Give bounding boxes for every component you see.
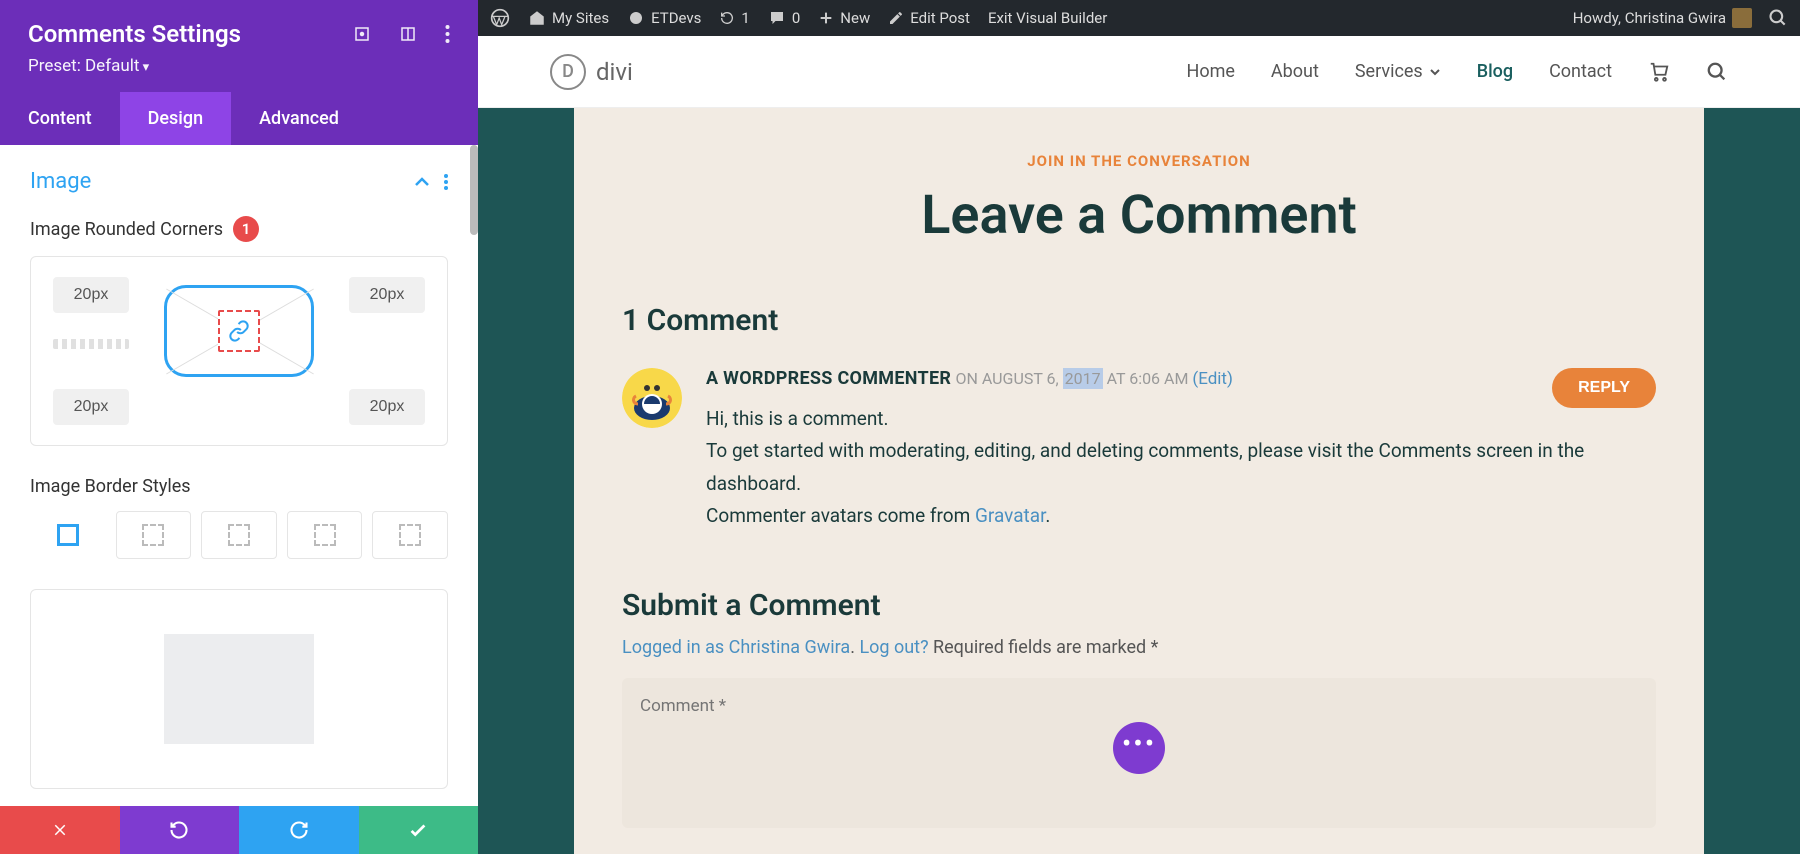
settings-title: Comments Settings (28, 20, 241, 48)
nav-contact[interactable]: Contact (1549, 61, 1612, 82)
settings-tabs: Content Design Advanced (0, 92, 478, 145)
nav-services[interactable]: Services (1355, 61, 1441, 82)
discard-button[interactable] (0, 806, 120, 854)
etdevs-link[interactable]: ETDevs (627, 9, 701, 27)
nav-blog[interactable]: Blog (1477, 61, 1513, 82)
rounded-corners-label: Image Rounded Corners (30, 219, 223, 240)
builder-fab[interactable]: ••• (1113, 722, 1165, 774)
border-preview (30, 589, 448, 789)
sidebar-footer (0, 806, 478, 854)
sidebar-body: Image Image Rounded Corners 1 Image B (0, 145, 478, 806)
gravatar-link[interactable]: Gravatar (975, 504, 1045, 527)
exit-builder-link[interactable]: Exit Visual Builder (988, 9, 1107, 27)
submit-title: Submit a Comment (622, 588, 1656, 623)
page-content: JOIN IN THE CONVERSATION Leave a Comment… (574, 108, 1704, 854)
my-sites-link[interactable]: My Sites (528, 9, 609, 27)
nav-home[interactable]: Home (1186, 61, 1234, 82)
nav-about[interactable]: About (1271, 61, 1319, 82)
section-more-icon[interactable] (444, 174, 448, 190)
site-header: D divi Home About Services Blog Contact (478, 36, 1800, 108)
border-styles-group (30, 511, 448, 559)
step-badge: 1 (233, 216, 259, 242)
search-icon[interactable] (1768, 8, 1788, 28)
wp-logo-icon[interactable] (490, 8, 510, 28)
main-area: My Sites ETDevs 1 0 New Edit Post Exit V… (478, 0, 1800, 854)
border-style-bottom[interactable] (287, 511, 363, 559)
tab-content[interactable]: Content (0, 92, 120, 145)
reply-button[interactable]: REPLY (1552, 368, 1656, 408)
preview-shape (164, 634, 314, 744)
logo-icon: D (550, 54, 586, 90)
edit-post-link[interactable]: Edit Post (888, 9, 970, 27)
new-link[interactable]: New (818, 9, 870, 27)
page-heading: Leave a Comment (622, 184, 1656, 247)
more-icon[interactable] (445, 25, 450, 43)
scrollbar[interactable] (470, 145, 478, 235)
nav-search-icon[interactable] (1706, 61, 1728, 83)
corner-slider[interactable] (53, 339, 129, 349)
cart-icon[interactable] (1648, 61, 1670, 83)
edit-comment-link[interactable]: (Edit) (1192, 369, 1233, 389)
tab-design[interactable]: Design (120, 92, 231, 145)
undo-button[interactable] (120, 806, 240, 854)
comment-count: 1 Comment (622, 303, 1656, 338)
site-nav: Home About Services Blog Contact (1186, 61, 1728, 83)
site-logo[interactable]: D divi (550, 54, 633, 90)
link-corners-button[interactable] (218, 310, 260, 352)
ellipsis-icon: ••• (1122, 730, 1156, 758)
corner-tr-input[interactable] (349, 277, 425, 313)
border-styles-label: Image Border Styles (30, 476, 448, 497)
border-style-left[interactable] (372, 511, 448, 559)
settings-sidebar: Comments Settings Preset: Default Conten… (0, 0, 478, 854)
comment-item: A WORDPRESS COMMENTER ON AUGUST 6, 2017 … (622, 368, 1656, 532)
logout-link[interactable]: Log out? (859, 637, 928, 658)
logo-text: divi (596, 58, 633, 86)
corner-tl-input[interactable] (53, 277, 129, 313)
expand-icon[interactable] (353, 25, 371, 43)
redo-button[interactable] (239, 806, 359, 854)
preset-selector[interactable]: Preset: Default (28, 56, 450, 76)
section-image[interactable]: Image (30, 169, 91, 194)
save-button[interactable] (359, 806, 479, 854)
content-wrapper: JOIN IN THE CONVERSATION Leave a Comment… (478, 108, 1800, 854)
sidebar-header: Comments Settings Preset: Default (0, 0, 478, 92)
corners-preview (164, 285, 314, 377)
refresh-link[interactable]: 1 (719, 9, 749, 27)
comment-text: Hi, this is a comment. To get started wi… (706, 403, 1656, 532)
columns-icon[interactable] (399, 25, 417, 43)
howdy-user[interactable]: Howdy, Christina Gwira (1573, 8, 1752, 28)
overline-text: JOIN IN THE CONVERSATION (622, 152, 1656, 170)
logged-in-link[interactable]: Logged in as Christina Gwira (622, 637, 850, 658)
user-avatar-icon (1732, 8, 1752, 28)
comment-author[interactable]: A WORDPRESS COMMENTER (706, 368, 951, 389)
border-style-all[interactable] (30, 511, 106, 559)
login-status: Logged in as Christina Gwira. Log out? R… (622, 637, 1656, 658)
comments-count-link[interactable]: 0 (768, 9, 800, 27)
comment-avatar (622, 368, 682, 428)
corner-bl-input[interactable] (53, 389, 129, 425)
wp-admin-bar: My Sites ETDevs 1 0 New Edit Post Exit V… (478, 0, 1800, 36)
corners-control (30, 256, 448, 446)
border-style-right[interactable] (201, 511, 277, 559)
border-style-top[interactable] (116, 511, 192, 559)
tab-advanced[interactable]: Advanced (231, 92, 367, 145)
comment-meta: A WORDPRESS COMMENTER ON AUGUST 6, 2017 … (706, 368, 1656, 389)
collapse-icon[interactable] (414, 177, 430, 187)
corner-br-input[interactable] (349, 389, 425, 425)
